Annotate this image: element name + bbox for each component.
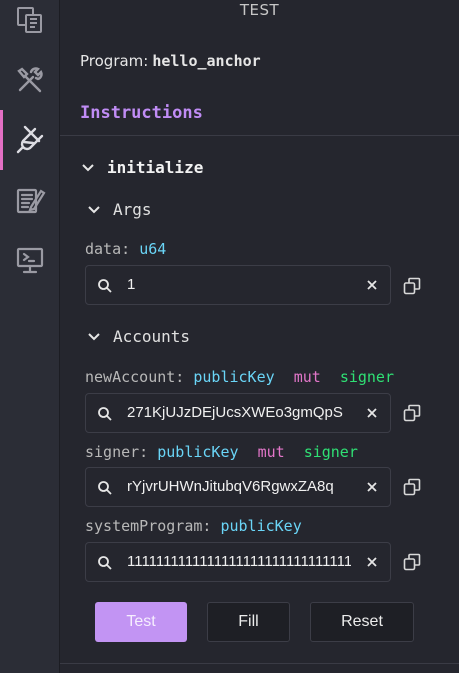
test-button[interactable]: Test [95, 602, 187, 642]
mut-badge: mut [293, 368, 321, 386]
program-row: Program: hello_anchor [80, 52, 261, 70]
input-value[interactable]: 11111111111111111111111111111111 [127, 553, 351, 570]
files-icon[interactable] [0, 0, 60, 50]
close-icon[interactable] [365, 480, 379, 494]
fill-button[interactable]: Fill [207, 602, 290, 642]
search-icon [98, 556, 112, 570]
reset-button[interactable]: Reset [310, 602, 414, 642]
instruction-name: initialize [107, 158, 204, 177]
chevron-down-icon [88, 205, 100, 213]
test-tube-icon[interactable] [0, 110, 60, 170]
account-signer-label: signer: publicKey mut signer [85, 443, 358, 461]
copy-icon[interactable] [403, 277, 421, 295]
divider [60, 663, 459, 664]
field-type: u64 [139, 240, 167, 258]
account-systemprogram-label: systemProgram: publicKey [85, 517, 302, 535]
arg-data-input[interactable]: 1 [85, 265, 391, 305]
input-value[interactable]: rYjvrUHWnJitubqV6RgwxZA8q [127, 478, 351, 495]
activity-bar [0, 0, 60, 673]
close-icon[interactable] [365, 278, 379, 292]
field-name: systemProgram: [85, 517, 212, 535]
instructions-title: Instructions [80, 103, 203, 123]
divider [60, 135, 459, 136]
close-icon[interactable] [365, 406, 379, 420]
accounts-label: Accounts [113, 327, 191, 346]
panel-title: TEST [239, 1, 280, 19]
field-name: newAccount: [85, 368, 185, 386]
program-name: hello_anchor [152, 52, 261, 70]
account-systemprogram-input[interactable]: 11111111111111111111111111111111 [85, 542, 391, 582]
notes-icon[interactable] [0, 170, 60, 230]
field-type: publicKey [220, 517, 302, 535]
account-signer-input[interactable]: rYjvrUHWnJitubqV6RgwxZA8q [85, 467, 391, 507]
copy-icon[interactable] [403, 478, 421, 496]
args-label: Args [113, 200, 152, 219]
account-newaccount-label: newAccount: publicKey mut signer [85, 368, 394, 386]
field-name: signer: [85, 443, 149, 461]
copy-icon[interactable] [403, 553, 421, 571]
search-icon [98, 407, 112, 421]
arg-data-label: data: u64 [85, 240, 166, 258]
mut-badge: mut [257, 443, 285, 461]
field-type: publicKey [157, 443, 239, 461]
chevron-down-icon [82, 163, 94, 171]
copy-icon[interactable] [403, 404, 421, 422]
search-icon [98, 279, 112, 293]
program-label: Program: [80, 52, 149, 70]
instruction-initialize-toggle[interactable]: initialize [81, 158, 203, 177]
args-toggle[interactable]: Args [87, 200, 152, 219]
input-value[interactable]: 271KjUJzDEjUcsXWEo3gmQpS [127, 404, 351, 421]
monitor-icon[interactable] [0, 230, 60, 290]
signer-badge: signer [303, 443, 358, 461]
account-newaccount-input[interactable]: 271KjUJzDEjUcsXWEo3gmQpS [85, 393, 391, 433]
field-type: publicKey [193, 368, 275, 386]
accounts-toggle[interactable]: Accounts [87, 327, 190, 346]
input-value[interactable]: 1 [127, 276, 351, 293]
search-icon [98, 481, 112, 495]
close-icon[interactable] [365, 555, 379, 569]
field-name: data: [85, 240, 131, 258]
chevron-down-icon [88, 332, 100, 340]
signer-badge: signer [339, 368, 394, 386]
tools-icon[interactable] [0, 50, 60, 110]
test-panel: TEST Program: hello_anchor Instructions i… [60, 0, 459, 673]
